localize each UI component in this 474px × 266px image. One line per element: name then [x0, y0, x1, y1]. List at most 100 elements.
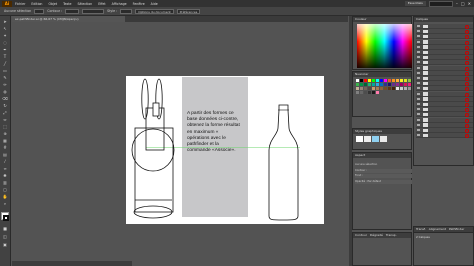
- layer-row[interactable]: [416, 133, 473, 139]
- tab-contour[interactable]: Contour: [355, 233, 367, 238]
- layers-panel-title[interactable]: Calques: [414, 17, 473, 22]
- visibility-eye-icon[interactable]: [417, 134, 420, 137]
- swatch-14[interactable]: [356, 82, 360, 87]
- swatch-0[interactable]: [356, 79, 360, 83]
- tab-align[interactable]: Alignement: [429, 227, 446, 232]
- color-panel-title[interactable]: Couleur: [353, 17, 411, 22]
- visibility-eye-icon[interactable]: [417, 123, 420, 126]
- swatch-39[interactable]: [399, 86, 404, 91]
- swatch-10[interactable]: [395, 79, 400, 83]
- tab-transparence[interactable]: Transp.: [386, 233, 397, 238]
- swatches-panel-title[interactable]: Nuancier: [353, 72, 411, 77]
- swatch-5[interactable]: [375, 79, 380, 83]
- swatch-44[interactable]: [363, 90, 368, 95]
- swatch-42[interactable]: [356, 90, 360, 95]
- swatch-18[interactable]: [371, 82, 376, 87]
- visibility-eye-icon[interactable]: [417, 30, 420, 33]
- visibility-eye-icon[interactable]: [417, 103, 420, 105]
- swatch-27[interactable]: [407, 82, 412, 87]
- tab-transform[interactable]: Transf.: [416, 227, 426, 232]
- visibility-eye-icon[interactable]: [417, 129, 420, 131]
- tab-pathfinder[interactable]: Pathfinder: [449, 227, 464, 232]
- color-spectrum[interactable]: [357, 24, 412, 68]
- visibility-eye-icon[interactable]: [417, 77, 420, 79]
- swatch-20[interactable]: [379, 82, 384, 87]
- visibility-eye-icon[interactable]: [417, 35, 420, 38]
- cap-rectangle: [152, 102, 160, 117]
- swatch-15[interactable]: [359, 82, 364, 87]
- visibility-eye-icon[interactable]: [417, 118, 420, 121]
- visibility-eye-icon[interactable]: [417, 108, 420, 111]
- swatch-35[interactable]: [383, 86, 388, 91]
- appearance-fill[interactable]: Fond :: [355, 174, 412, 178]
- visibility-eye-icon[interactable]: [417, 113, 420, 116]
- swatch-7[interactable]: [383, 79, 388, 83]
- layer-thumbnail: [423, 29, 428, 34]
- swatch-26[interactable]: [403, 82, 408, 87]
- swatch-24[interactable]: [395, 82, 400, 87]
- visibility-eye-icon[interactable]: [417, 66, 420, 69]
- swatch-30[interactable]: [363, 86, 368, 91]
- swatch-25[interactable]: [399, 82, 404, 87]
- swatch-29[interactable]: [359, 86, 364, 91]
- swatch-17[interactable]: [367, 82, 372, 87]
- graphic-style-2[interactable]: [372, 136, 379, 142]
- swatch-16[interactable]: [363, 82, 368, 87]
- swatch-6[interactable]: [379, 79, 384, 83]
- graphic-style-1[interactable]: [364, 136, 371, 142]
- swatch-37[interactable]: [391, 86, 396, 91]
- swatch-8[interactable]: [387, 79, 392, 83]
- graphic-style-default[interactable]: [356, 136, 363, 142]
- appearance-panel-title[interactable]: Aspect: [353, 153, 411, 158]
- graphic-styles-panel-title[interactable]: Styles graphiques: [353, 129, 411, 134]
- appearance-stroke[interactable]: Contour :: [355, 169, 412, 173]
- swatch-3[interactable]: [367, 79, 372, 83]
- swatch-32[interactable]: [371, 86, 376, 91]
- swatch-11[interactable]: [399, 79, 404, 83]
- visibility-eye-icon[interactable]: [417, 97, 420, 100]
- layers-footer-panel: 2 Calques: [413, 232, 474, 266]
- swatch-12[interactable]: [403, 79, 408, 83]
- swatch-40[interactable]: [403, 86, 408, 91]
- visibility-eye-icon[interactable]: [417, 25, 420, 27]
- layers-footer-count: 2 Calques: [416, 235, 430, 239]
- visibility-eye-icon[interactable]: [417, 56, 420, 59]
- target-circle-icon[interactable]: [465, 134, 469, 139]
- swatch-36[interactable]: [387, 86, 392, 91]
- swatch-4[interactable]: [371, 79, 376, 83]
- swatch-28[interactable]: [356, 86, 360, 91]
- swatch-46[interactable]: [371, 90, 376, 95]
- visibility-eye-icon[interactable]: [417, 40, 420, 43]
- layer-thumbnail: [423, 71, 428, 75]
- swatch-2[interactable]: [363, 79, 368, 83]
- layer-thumbnail: [423, 55, 428, 60]
- swatch-31[interactable]: [367, 86, 372, 91]
- visibility-eye-icon[interactable]: [417, 61, 420, 64]
- swatch-47[interactable]: [375, 90, 380, 95]
- swatch-38[interactable]: [395, 86, 400, 91]
- swatch-23[interactable]: [391, 82, 396, 87]
- swatch-13[interactable]: [407, 79, 412, 83]
- tab-degrade[interactable]: Dégradé: [370, 233, 383, 238]
- swatch-34[interactable]: [379, 86, 384, 91]
- visibility-eye-icon[interactable]: [417, 45, 420, 48]
- swatch-19[interactable]: [375, 82, 380, 87]
- transform-panel-tabs: Transf. Alignement Pathfinder: [413, 226, 474, 232]
- swatch-9[interactable]: [391, 79, 396, 83]
- visibility-eye-icon[interactable]: [417, 82, 420, 85]
- swatch-21[interactable]: [383, 82, 388, 87]
- layer-thumbnail: [423, 102, 428, 106]
- swatch-33[interactable]: [375, 86, 380, 91]
- swatch-41[interactable]: [407, 86, 412, 91]
- swatch-45[interactable]: [367, 90, 372, 95]
- swatch-22[interactable]: [387, 82, 392, 87]
- visibility-eye-icon[interactable]: [417, 51, 420, 53]
- visibility-eye-icon[interactable]: [417, 87, 420, 90]
- visibility-eye-icon[interactable]: [417, 92, 420, 95]
- graphic-style-3[interactable]: [380, 136, 387, 142]
- appearance-opacity[interactable]: Opacité : Par défaut: [355, 180, 412, 184]
- visibility-eye-icon[interactable]: [417, 71, 420, 74]
- swatch-1[interactable]: [359, 79, 364, 83]
- swatch-43[interactable]: [359, 90, 364, 95]
- layer-thumbnail: [423, 81, 428, 86]
